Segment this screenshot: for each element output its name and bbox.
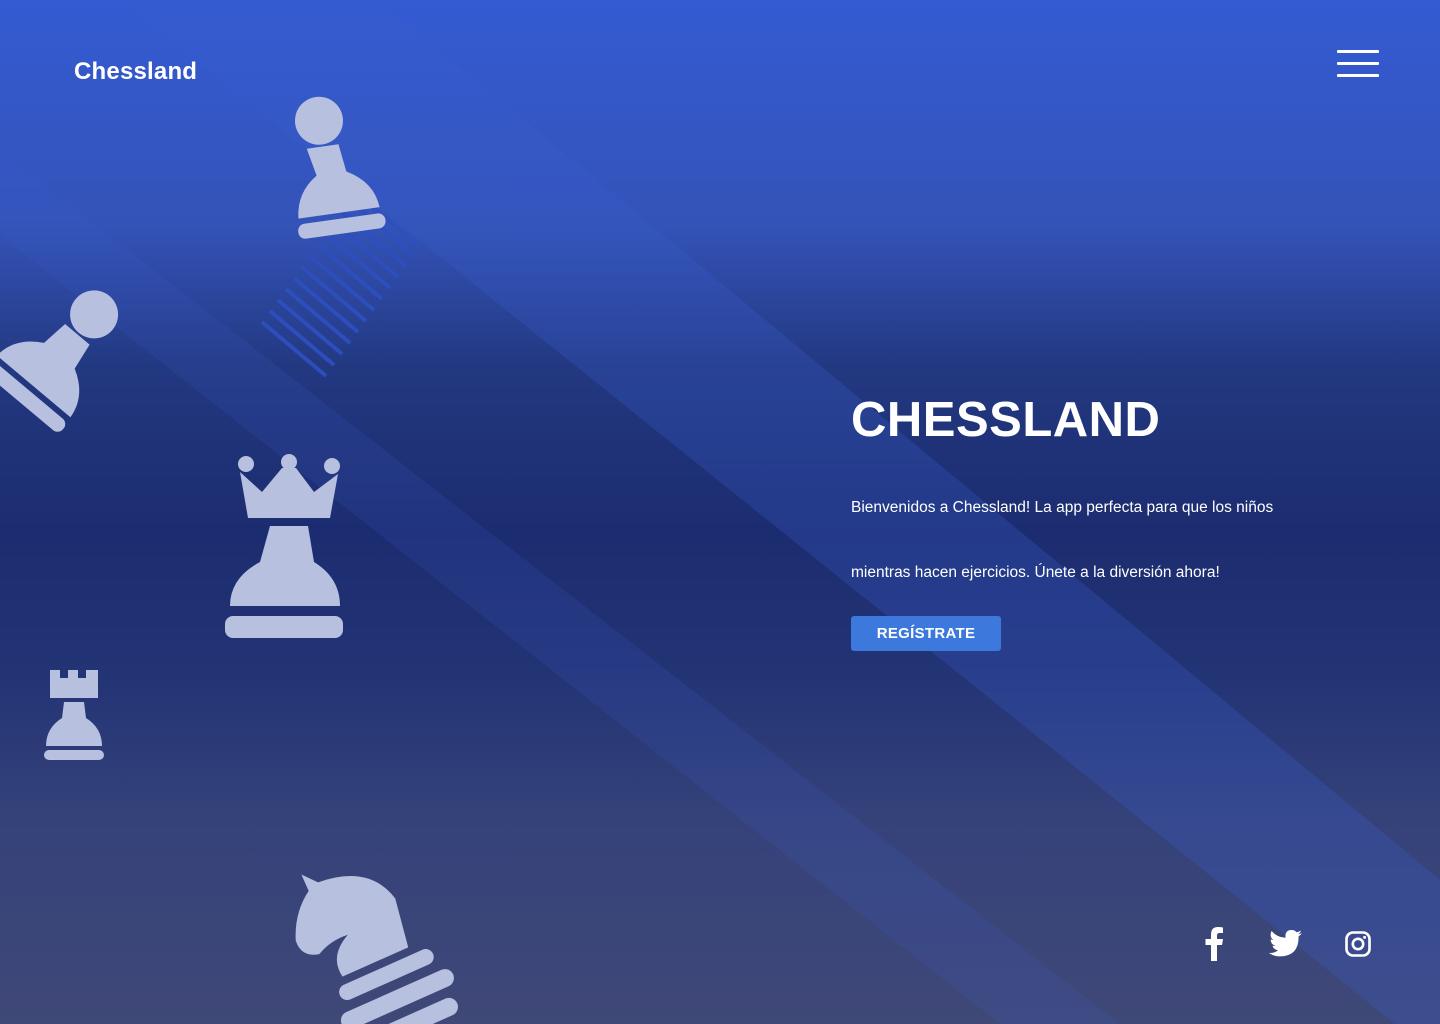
menu-bar-middle: [1337, 62, 1379, 65]
hero-description-line-1: Bienvenidos a Chessland! La app perfecta…: [851, 499, 1274, 516]
instagram-icon[interactable]: [1338, 926, 1378, 962]
register-button[interactable]: REGÍSTRATE: [851, 616, 1001, 651]
hero-description-line-2: mientras hacen ejercicios. Únete a la di…: [851, 564, 1220, 581]
menu-bar-bottom: [1337, 74, 1379, 77]
pawn-icon: [0, 290, 119, 432]
rook-icon: [44, 670, 104, 760]
landing-page: Chessland CHESSLAND Bienvenidos a Chessl…: [0, 0, 1440, 1024]
menu-bar-top: [1337, 50, 1379, 53]
hero-title: CHESSLAND: [851, 393, 1161, 447]
queen-icon: [225, 454, 343, 638]
twitter-icon[interactable]: [1266, 926, 1306, 962]
hero-description: Bienvenidos a Chessland! La app perfecta…: [851, 475, 1331, 605]
knight-icon: [295, 874, 458, 1024]
hamburger-menu-icon[interactable]: [1336, 50, 1380, 80]
site-logo[interactable]: Chessland: [74, 58, 197, 86]
facebook-icon[interactable]: [1194, 926, 1234, 962]
pawn-icon: [294, 96, 386, 239]
